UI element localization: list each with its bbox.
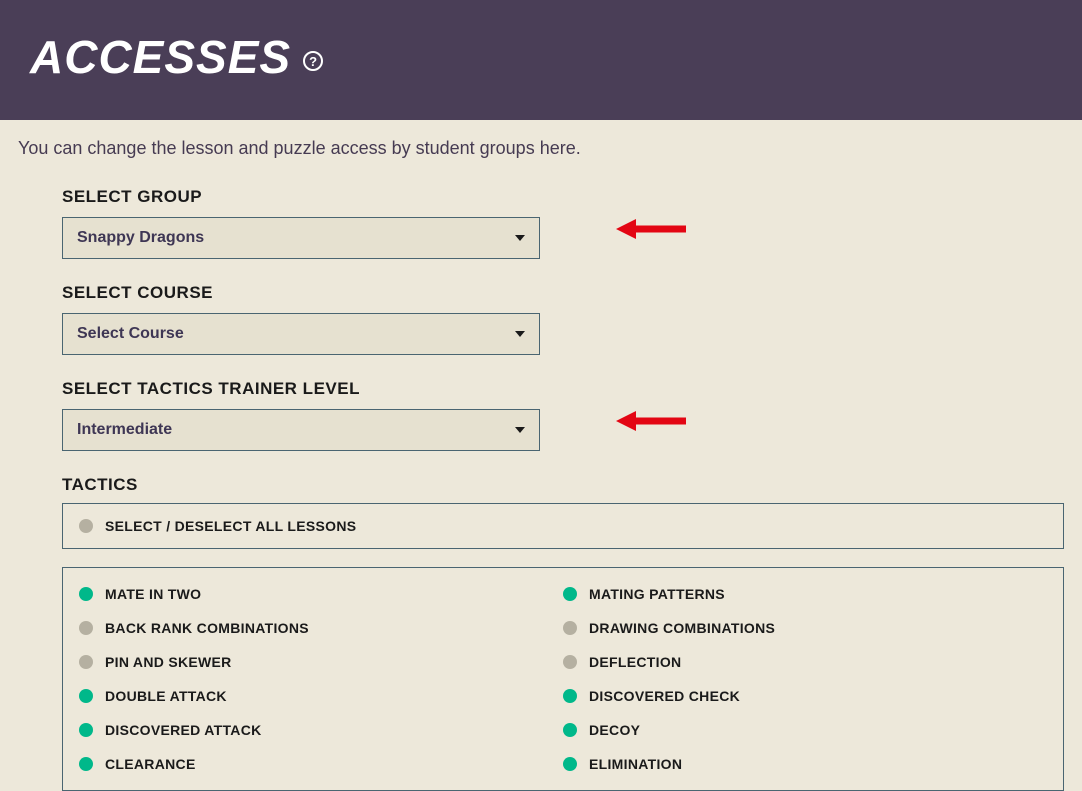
toggle-bullet-icon (563, 757, 577, 771)
course-select[interactable]: Select Course (62, 313, 540, 355)
toggle-bullet-icon (79, 655, 93, 669)
tactic-label: DOUBLE ATTACK (105, 688, 227, 704)
tactic-label: PIN AND SKEWER (105, 654, 232, 670)
tactic-item[interactable]: DISCOVERED CHECK (563, 688, 1047, 704)
tactic-item[interactable]: ELIMINATION (563, 756, 1047, 772)
tactic-item[interactable]: DECOY (563, 722, 1047, 738)
toggle-bullet-icon (563, 587, 577, 601)
trainer-level-label: SELECT TACTICS TRAINER LEVEL (62, 379, 1064, 399)
group-select-wrap: Snappy Dragons (62, 217, 540, 259)
tactic-label: DRAWING COMBINATIONS (589, 620, 775, 636)
tactic-label: MATING PATTERNS (589, 586, 725, 602)
tactics-right-column: MATING PATTERNS DRAWING COMBINATIONS DEFLE… (563, 586, 1047, 790)
tactics-title: TACTICS (62, 475, 1064, 495)
tactic-label: DISCOVERED CHECK (589, 688, 740, 704)
trainer-level-select[interactable]: Intermediate (62, 409, 540, 451)
page-header: ACCESSES ? (0, 0, 1082, 120)
page-description: You can change the lesson and puzzle acc… (18, 138, 1064, 159)
toggle-bullet-icon (79, 689, 93, 703)
tactic-item[interactable]: BACK RANK COMBINATIONS (79, 620, 563, 636)
course-label: SELECT COURSE (62, 283, 1064, 303)
toggle-bullet-icon (563, 655, 577, 669)
tactic-item[interactable]: DEFLECTION (563, 654, 1047, 670)
tactic-item[interactable]: MATE IN TWO (79, 586, 563, 602)
page-title: ACCESSES (30, 30, 291, 84)
tactic-item[interactable]: DOUBLE ATTACK (79, 688, 563, 704)
page-content: You can change the lesson and puzzle acc… (0, 120, 1082, 791)
form-section: SELECT GROUP Snappy Dragons SELECT (18, 187, 1064, 791)
group-label: SELECT GROUP (62, 187, 1064, 207)
course-form-group: SELECT COURSE Select Course (62, 283, 1064, 355)
tactic-item[interactable]: CLEARANCE (79, 756, 563, 772)
tactic-label: MATE IN TWO (105, 586, 201, 602)
toggle-bullet-icon (79, 757, 93, 771)
trainer-level-form-group: SELECT TACTICS TRAINER LEVEL Intermediat… (62, 379, 1064, 451)
tactic-item[interactable]: DISCOVERED ATTACK (79, 722, 563, 738)
toggle-bullet-icon (563, 689, 577, 703)
tactic-label: DISCOVERED ATTACK (105, 722, 262, 738)
tactics-grid: MATE IN TWO BACK RANK COMBINATIONS PIN AND… (62, 567, 1064, 791)
tactics-left-column: MATE IN TWO BACK RANK COMBINATIONS PIN AND… (79, 586, 563, 790)
tactic-label: DEFLECTION (589, 654, 681, 670)
group-form-group: SELECT GROUP Snappy Dragons (62, 187, 1064, 259)
tactics-section: TACTICS SELECT / DESELECT ALL LESSONS MA… (62, 475, 1064, 791)
help-icon[interactable]: ? (303, 51, 323, 71)
annotation-arrow-icon (614, 215, 688, 243)
group-select[interactable]: Snappy Dragons (62, 217, 540, 259)
select-all-label: SELECT / DESELECT ALL LESSONS (105, 518, 356, 534)
tactic-label: CLEARANCE (105, 756, 196, 772)
select-all-lessons[interactable]: SELECT / DESELECT ALL LESSONS (62, 503, 1064, 549)
tactic-item[interactable]: MATING PATTERNS (563, 586, 1047, 602)
course-select-wrap: Select Course (62, 313, 540, 355)
tactic-label: BACK RANK COMBINATIONS (105, 620, 309, 636)
tactic-label: DECOY (589, 722, 640, 738)
toggle-bullet-icon (563, 621, 577, 635)
toggle-bullet-icon (79, 519, 93, 533)
annotation-arrow-icon (614, 407, 688, 435)
tactic-label: ELIMINATION (589, 756, 682, 772)
tactic-item[interactable]: DRAWING COMBINATIONS (563, 620, 1047, 636)
toggle-bullet-icon (79, 587, 93, 601)
toggle-bullet-icon (79, 621, 93, 635)
trainer-level-select-wrap: Intermediate (62, 409, 540, 451)
tactic-item[interactable]: PIN AND SKEWER (79, 654, 563, 670)
